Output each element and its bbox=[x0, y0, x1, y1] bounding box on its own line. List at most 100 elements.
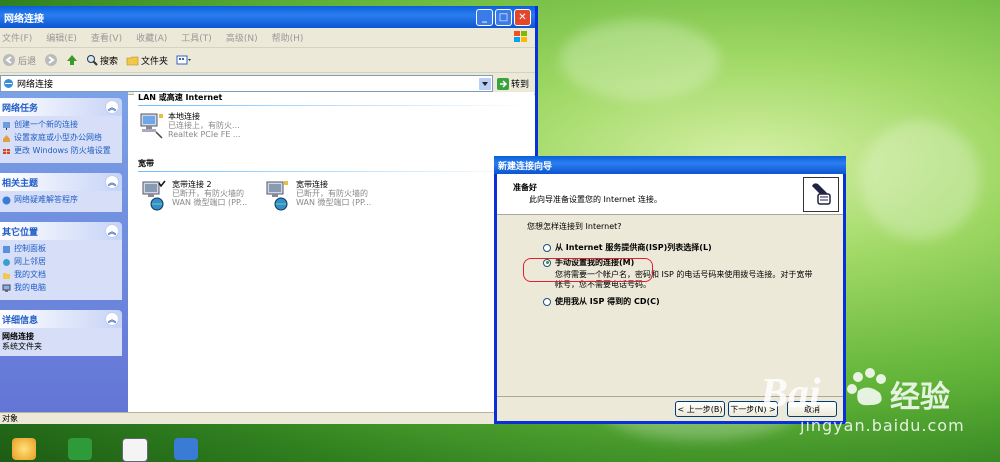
task-create-connection[interactable]: 创建一个新的连接 bbox=[2, 120, 120, 130]
place-label: 控制面板 bbox=[14, 244, 46, 253]
collapse-icon[interactable]: ︽ bbox=[105, 175, 119, 189]
back-arrow-icon bbox=[3, 54, 15, 66]
back-label: 后退 bbox=[18, 56, 37, 67]
address-dropdown-icon[interactable] bbox=[478, 77, 491, 90]
folder-icon bbox=[126, 56, 139, 65]
task-label: 设置家庭或小型办公网络 bbox=[14, 133, 102, 142]
collapse-icon[interactable]: ︽ bbox=[105, 224, 119, 238]
task-home-network[interactable]: 设置家庭或小型办公网络 bbox=[2, 133, 120, 143]
group-divider bbox=[138, 105, 528, 106]
go-label: 转到 bbox=[510, 80, 529, 90]
lan-connection-icon bbox=[140, 113, 163, 139]
task-label: 更改 Windows 防火墙设置 bbox=[14, 146, 111, 155]
search-label: 搜索 bbox=[100, 56, 119, 67]
place-my-computer[interactable]: 我的电脑 bbox=[2, 283, 120, 293]
menu-tools[interactable]: 工具(T) bbox=[181, 31, 212, 44]
connection-broadband-2[interactable]: 宽带连接 2 已断开，有防火墙的 WAN 微型端口 (PP... bbox=[140, 180, 247, 212]
address-value: 网络连接 bbox=[17, 80, 54, 90]
place-label: 我的文档 bbox=[14, 270, 46, 279]
collapse-icon[interactable]: ︽ bbox=[105, 100, 119, 114]
watermark-url: jingyan.baidu.com bbox=[800, 416, 965, 435]
connection-broadband[interactable]: 宽带连接 已断开，有防火墙的 WAN 微型端口 (PP... bbox=[264, 180, 371, 212]
network-tasks-header[interactable]: 网络任务 ︽ bbox=[0, 98, 122, 116]
modem-connection-icon bbox=[803, 177, 839, 212]
menu-advanced[interactable]: 高级(N) bbox=[226, 31, 258, 44]
go-button[interactable]: 转到 bbox=[496, 77, 529, 90]
forward-button[interactable] bbox=[44, 53, 58, 67]
wizard-title: 新建连接向导 bbox=[498, 161, 553, 172]
network-places-icon bbox=[3, 259, 10, 266]
maximize-button[interactable]: □ bbox=[495, 8, 512, 26]
search-button[interactable]: 搜索 bbox=[86, 54, 118, 67]
wizard-question: 您想怎样连接到 Internet? bbox=[527, 222, 622, 231]
folders-button[interactable]: 文件夹 bbox=[126, 54, 168, 67]
option-isp-list[interactable]: 从 Internet 服务提供商(ISP)列表选择(L) bbox=[543, 242, 843, 253]
address-input[interactable]: 网络连接 bbox=[0, 75, 493, 92]
connection-status: 已断开，有防火墙的 bbox=[172, 189, 244, 198]
other-places-header[interactable]: 其它位置 ︽ bbox=[0, 222, 122, 240]
explorer-titlebar[interactable]: 网络连接 _ □ ✕ bbox=[0, 6, 535, 28]
desktop-icon[interactable] bbox=[68, 438, 92, 460]
menu-view[interactable]: 查看(V) bbox=[91, 31, 122, 44]
connection-name: 本地连接 bbox=[168, 112, 200, 121]
forward-arrow-icon bbox=[45, 54, 58, 66]
option-label: 使用我从 ISP 得到的 CD(C) bbox=[555, 297, 660, 306]
desktop-icon[interactable] bbox=[12, 438, 36, 460]
place-label: 网上邻居 bbox=[14, 257, 46, 266]
radio-isp-cd[interactable] bbox=[543, 297, 551, 306]
desktop-icon[interactable] bbox=[174, 438, 198, 460]
baidu-watermark-logo: Bai 经验 bbox=[759, 368, 950, 417]
network-tasks-panel: 网络任务 ︽ 创建一个新的连接 设置家庭或小型办公网络 更改 Windows 防… bbox=[0, 98, 122, 163]
minimize-button[interactable]: _ bbox=[476, 8, 493, 26]
option-isp-cd[interactable]: 使用我从 ISP 得到的 CD(C) bbox=[543, 296, 843, 307]
documents-folder-icon bbox=[3, 273, 10, 279]
back-step-button[interactable]: < 上一步(B) bbox=[675, 401, 725, 417]
wizard-header-subtitle: 此向导准备设置您的 Internet 连接。 bbox=[529, 195, 662, 204]
svg-text:Bai: Bai bbox=[759, 371, 821, 417]
toolbar: 后退 搜索 文件夹 bbox=[0, 48, 535, 73]
details-header[interactable]: 详细信息 ︽ bbox=[0, 310, 122, 328]
task-troubleshooter[interactable]: 网络疑难解答程序 bbox=[2, 195, 120, 205]
search-icon bbox=[87, 55, 98, 66]
windows-logo-icon bbox=[514, 31, 527, 42]
control-panel-icon bbox=[3, 246, 10, 253]
collapse-icon[interactable]: ︽ bbox=[105, 312, 119, 326]
connection-name: 宽带连接 bbox=[296, 180, 328, 189]
details-panel: 详细信息 ︽ 网络连接 系统文件夹 bbox=[0, 310, 122, 356]
group-title-broadband: 宽带 bbox=[138, 159, 154, 168]
group-divider bbox=[138, 171, 528, 172]
place-my-documents[interactable]: 我的文档 bbox=[2, 270, 120, 280]
new-connection-icon bbox=[3, 122, 10, 130]
background-blur bbox=[560, 20, 720, 100]
close-button[interactable]: ✕ bbox=[514, 8, 531, 26]
connection-device: WAN 微型端口 (PP... bbox=[296, 198, 372, 207]
connection-name: 宽带连接 2 bbox=[172, 180, 212, 189]
task-firewall[interactable]: 更改 Windows 防火墙设置 bbox=[2, 146, 120, 156]
menu-edit[interactable]: 编辑(E) bbox=[46, 31, 77, 44]
place-network-neighborhood[interactable]: 网上邻居 bbox=[2, 257, 120, 267]
explorer-title: 网络连接 bbox=[4, 13, 44, 25]
word-document-icon[interactable] bbox=[122, 438, 148, 462]
panel-title: 详细信息 bbox=[2, 315, 39, 326]
back-button[interactable]: 后退 bbox=[2, 53, 36, 67]
views-button[interactable] bbox=[176, 54, 192, 66]
menu-file[interactable]: 文件(F) bbox=[2, 31, 32, 44]
views-icon bbox=[176, 55, 192, 65]
related-topics-panel: 相关主题 ︽ 网络疑难解答程序 bbox=[0, 173, 122, 212]
background-blur bbox=[860, 120, 980, 240]
panel-title: 相关主题 bbox=[2, 178, 39, 189]
radio-isp-list[interactable] bbox=[543, 243, 551, 252]
menu-help[interactable]: 帮助(H) bbox=[272, 31, 304, 44]
connections-view: LAN 或高速 Internet 本地连接 已连接上，有防火... Realte… bbox=[134, 92, 534, 412]
task-label: 创建一个新的连接 bbox=[14, 120, 78, 129]
status-bar: 对象 bbox=[0, 412, 535, 424]
place-control-panel[interactable]: 控制面板 bbox=[2, 244, 120, 254]
panel-body: 网络疑难解答程序 bbox=[0, 191, 122, 212]
related-topics-header[interactable]: 相关主题 ︽ bbox=[0, 173, 122, 191]
up-folder-icon[interactable] bbox=[66, 53, 78, 67]
connection-local[interactable]: 本地连接 已连接上，有防火... Realtek PCIe FE ... bbox=[138, 112, 241, 140]
wizard-titlebar[interactable]: 新建连接向导 bbox=[494, 156, 846, 174]
menu-bar: 文件(F) 编辑(E) 查看(V) 收藏(A) 工具(T) 高级(N) 帮助(H… bbox=[0, 28, 535, 48]
menu-favorites[interactable]: 收藏(A) bbox=[136, 31, 167, 44]
broadband-connection-icon bbox=[142, 180, 166, 211]
